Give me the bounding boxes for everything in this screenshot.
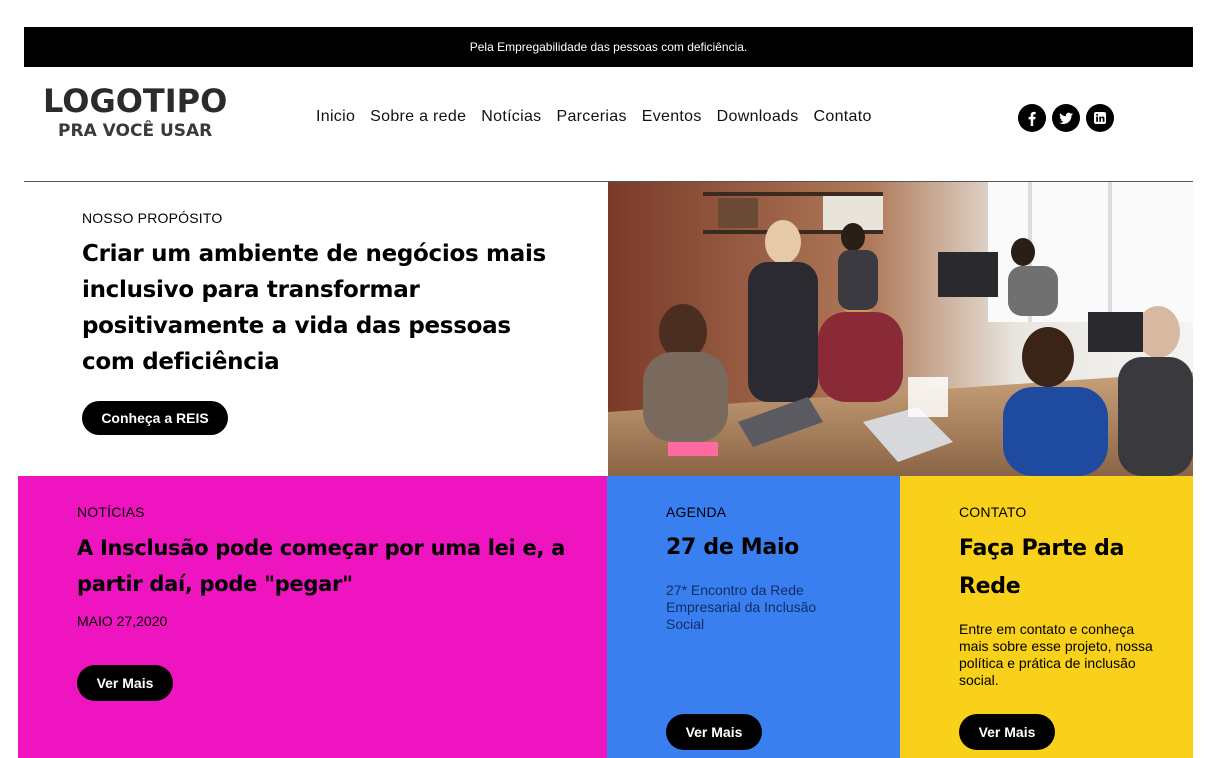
contact-eyebrow: CONTATO xyxy=(959,504,1027,520)
nav-item-sobre-a-rede[interactable]: Sobre a rede xyxy=(370,108,466,126)
logo[interactable]: LOGOTIPO PRA VOCÊ USAR xyxy=(43,84,227,142)
nav-item-parcerias[interactable]: Parcerias xyxy=(556,108,626,126)
logo-line-1: LOGOTIPO xyxy=(43,82,228,120)
agenda-ver-mais-button[interactable]: Ver Mais xyxy=(666,714,762,750)
news-ver-mais-button[interactable]: Ver Mais xyxy=(77,665,173,701)
contact-card: CONTATO Faça Parte da Rede Entre em cont… xyxy=(900,476,1193,758)
purpose-section: NOSSO PROPÓSITO Criar um ambiente de neg… xyxy=(18,182,608,476)
news-date: MAIO 27,2020 xyxy=(77,613,168,629)
contact-description: Entre em contato e conheça mais sobre es… xyxy=(959,621,1153,688)
nav-item-eventos[interactable]: Eventos xyxy=(642,108,702,126)
contact-ver-mais-button[interactable]: Ver Mais xyxy=(959,714,1055,750)
news-card: NOTÍCIAS A Insclusão pode começar por um… xyxy=(18,476,608,758)
purpose-eyebrow: NOSSO PROPÓSITO xyxy=(82,210,223,226)
nav-item-contato[interactable]: Contato xyxy=(814,108,872,126)
nav-item-downloads[interactable]: Downloads xyxy=(717,108,799,126)
purpose-title: Criar um ambiente de negócios mais inclu… xyxy=(82,241,546,375)
nav-item-noticias[interactable]: Notícias xyxy=(481,108,541,126)
conheca-reis-button[interactable]: Conheça a REIS xyxy=(82,401,228,435)
nav-item-inicio[interactable]: Inicio xyxy=(316,108,355,126)
agenda-date-title: 27 de Maio xyxy=(666,535,799,560)
top-announcement-bar: Pela Empregabilidade das pessoas com def… xyxy=(24,27,1193,67)
agenda-eyebrow: AGENDA xyxy=(666,504,727,520)
news-eyebrow: NOTÍCIAS xyxy=(77,504,145,520)
main-navigation: Inicio Sobre a rede Notícias Parcerias E… xyxy=(316,108,887,126)
facebook-icon[interactable] xyxy=(1018,104,1046,132)
agenda-description: 27* Encontro da Rede Empresarial da Incl… xyxy=(666,582,817,632)
social-links xyxy=(1018,104,1114,132)
news-title[interactable]: A Insclusão pode começar por uma lei e, … xyxy=(77,530,577,602)
office-team-photo xyxy=(608,182,1193,476)
contact-title: Faça Parte da Rede xyxy=(959,536,1125,599)
agenda-card: AGENDA 27 de Maio 27* Encontro da Rede E… xyxy=(607,476,900,758)
logo-line-2: PRA VOCÊ USAR xyxy=(58,121,213,141)
twitter-icon[interactable] xyxy=(1052,104,1080,132)
announcement-text: Pela Empregabilidade das pessoas com def… xyxy=(469,40,748,54)
linkedin-icon[interactable] xyxy=(1086,104,1114,132)
